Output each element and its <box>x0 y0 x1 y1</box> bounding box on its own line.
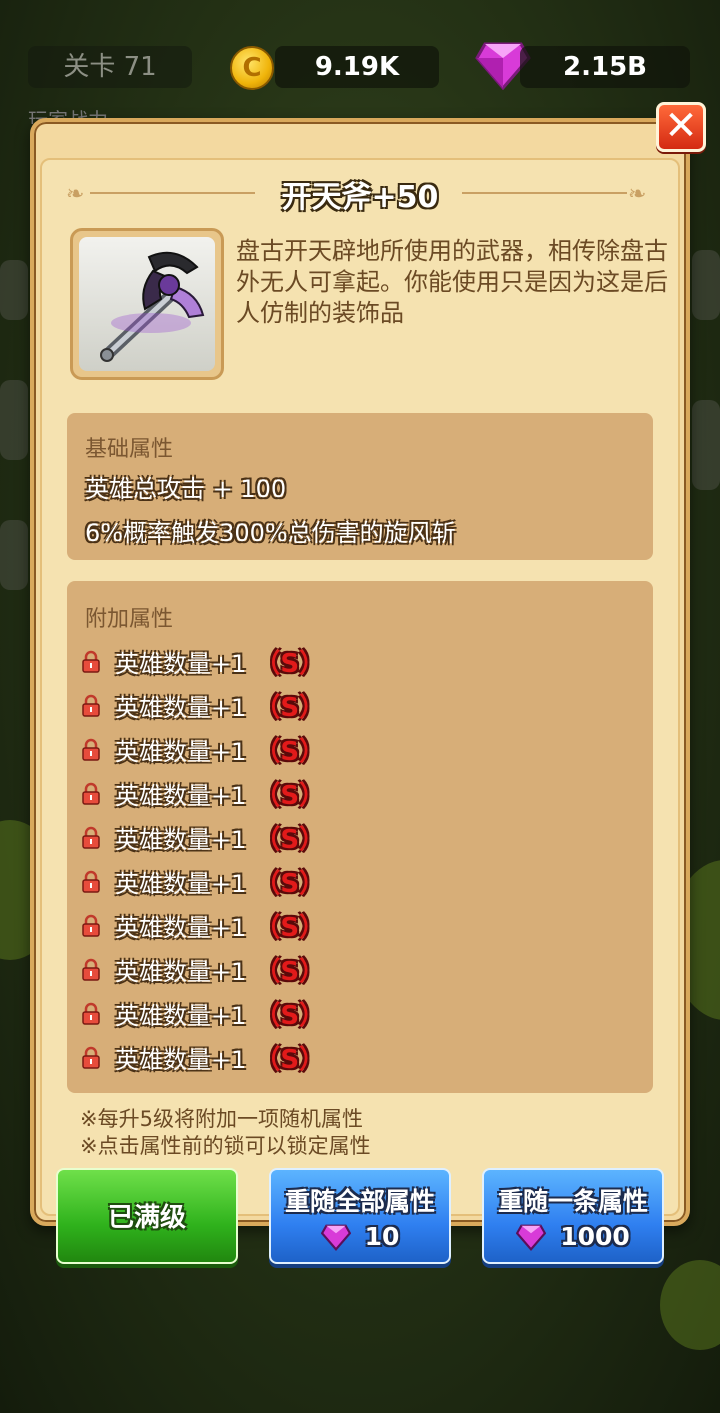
extra-attribute-text: 英雄数量+1 <box>115 1045 247 1074</box>
top-bar: 关卡 71 C 9.19K 2.15B 玩家战力 <box>0 0 720 124</box>
lock-icon[interactable] <box>79 957 103 981</box>
extra-attribute-row: 英雄数量+1 （S） <box>79 907 325 943</box>
extra-attribute-text: 英雄数量+1 <box>115 693 247 722</box>
extra-attribute-row: 英雄数量+1 （S） <box>79 819 325 855</box>
extra-attribute-row: 英雄数量+1 （S） <box>79 951 325 987</box>
extra-attribute-row: 英雄数量+1 （S） <box>79 731 325 767</box>
lock-icon[interactable] <box>79 1001 103 1025</box>
bg-stone <box>0 380 28 460</box>
max-level-button[interactable]: 已满级 <box>56 1168 238 1264</box>
item-title: 开天斧+50 <box>281 180 439 215</box>
base-attributes-box: 基础属性 英雄总攻击 + 100 6%概率触发300%总伤害的旋风斩 <box>67 413 653 560</box>
extra-attribute-text: 英雄数量+1 <box>115 781 247 810</box>
axe-icon <box>100 251 205 362</box>
extra-attribute-text: 英雄数量+1 <box>115 869 247 898</box>
extra-attribute-rank: （S） <box>254 824 326 855</box>
lock-icon[interactable] <box>79 825 103 849</box>
reroll-all-cost-value: 10 <box>364 1222 400 1251</box>
lock-icon[interactable] <box>79 737 103 761</box>
extra-attribute-rank: （S） <box>254 868 326 899</box>
extra-attribute-row: 英雄数量+1 （S） <box>79 643 325 679</box>
extra-attribute-rank: （S） <box>254 648 326 679</box>
extra-attribute-rank: （S） <box>254 736 326 767</box>
bg-stone <box>692 400 720 490</box>
bg-stone <box>0 520 28 590</box>
extra-attributes-title: 附加属性 <box>85 607 174 632</box>
item-description: 盘古开天辟地所使用的武器，相传除盘古外无人可拿起。你能使用只是因为这是后人仿制的… <box>236 237 668 327</box>
extra-attribute-rank: （S） <box>254 912 326 943</box>
extra-attribute-rank: （S） <box>254 1000 326 1031</box>
lock-icon[interactable] <box>79 781 103 805</box>
extra-attribute-rank: （S） <box>254 780 326 811</box>
coin-count: 9.19K <box>275 46 439 88</box>
bg-leaf <box>660 1260 720 1350</box>
extra-attribute-row: 英雄数量+1 （S） <box>79 1039 325 1075</box>
reroll-all-cost: 10 <box>271 1222 449 1251</box>
close-icon: ✕ <box>664 103 698 149</box>
lock-icon[interactable] <box>79 913 103 937</box>
extra-attribute-text: 英雄数量+1 <box>115 913 247 942</box>
note-text: ※点击属性前的锁可以锁定属性 <box>80 1134 371 1158</box>
item-icon-frame <box>70 228 224 380</box>
bg-stone <box>692 250 720 320</box>
extra-attribute-row: 英雄数量+1 （S） <box>79 687 325 723</box>
reroll-all-button[interactable]: 重随全部属性 10 <box>269 1168 451 1264</box>
lock-icon[interactable] <box>79 1045 103 1069</box>
extra-attribute-rank: （S） <box>254 1044 326 1075</box>
lock-icon[interactable] <box>79 869 103 893</box>
base-attributes-title: 基础属性 <box>85 437 174 462</box>
reroll-one-label: 重随一条属性 <box>497 1187 648 1216</box>
gem-icon <box>320 1224 351 1251</box>
gem-count: 2.15B <box>520 46 690 88</box>
base-attribute: 英雄总攻击 + 100 <box>85 475 287 503</box>
extra-attribute-text: 英雄数量+1 <box>115 957 247 986</box>
reroll-one-cost-value: 1000 <box>560 1222 630 1251</box>
extra-attribute-text: 英雄数量+1 <box>115 737 247 766</box>
gem-icon <box>516 1224 547 1251</box>
stage-label: 关卡 71 <box>28 46 192 88</box>
reroll-one-button[interactable]: 重随一条属性 1000 <box>482 1168 664 1264</box>
extra-attribute-row: 英雄数量+1 （S） <box>79 863 325 899</box>
reroll-all-label: 重随全部属性 <box>284 1187 435 1216</box>
extra-attribute-text: 英雄数量+1 <box>115 1001 247 1030</box>
coin-icon: C <box>230 46 274 90</box>
note-text: ※每升5级将附加一项随机属性 <box>80 1107 363 1131</box>
extra-attribute-rank: （S） <box>254 956 326 987</box>
extra-attribute-text: 英雄数量+1 <box>115 649 247 678</box>
extra-attribute-row: 英雄数量+1 （S） <box>79 775 325 811</box>
extra-attributes-box: 附加属性 英雄数量+1 （S） 英雄数量+1 （S） 英雄数量+1 （S） 英雄数量+1 （S… <box>67 581 653 1093</box>
extra-attribute-text: 英雄数量+1 <box>115 825 247 854</box>
lock-icon[interactable] <box>79 649 103 673</box>
extra-attribute-rank: （S） <box>254 692 326 723</box>
bg-stone <box>0 260 28 320</box>
extra-attribute-row: 英雄数量+1 （S） <box>79 995 325 1031</box>
close-button[interactable]: ✕ <box>656 102 706 152</box>
reroll-one-cost: 1000 <box>484 1222 662 1251</box>
base-attribute: 6%概率触发300%总伤害的旋风斩 <box>85 519 456 547</box>
lock-icon[interactable] <box>79 693 103 717</box>
